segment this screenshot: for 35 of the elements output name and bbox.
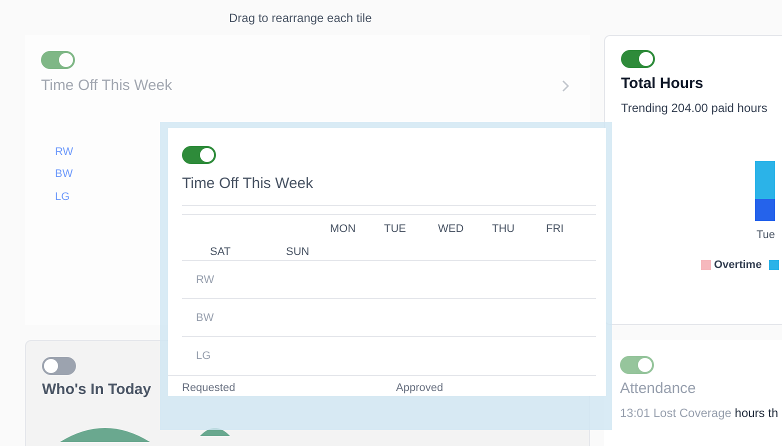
tile-subtitle: 13:01 Lost Coverage hours th — [620, 404, 778, 422]
row-label: RW — [196, 274, 214, 286]
toggle-switch[interactable] — [42, 357, 76, 375]
footer-label: Approved — [395, 380, 444, 396]
tile-title: Who's In Today — [42, 380, 152, 400]
column-header: SAT — [210, 244, 232, 260]
toggle-switch[interactable] — [41, 51, 75, 69]
column-header: WED — [438, 222, 465, 238]
toggle-switch[interactable] — [621, 50, 655, 68]
legend-label: Overtime — [714, 258, 762, 273]
column-header: SUN — [286, 244, 310, 260]
row-label: RW — [55, 144, 74, 160]
column-header: THU — [492, 222, 516, 238]
chevron-icon[interactable] — [562, 80, 570, 92]
footer-label: Requested — [181, 380, 236, 396]
bar-chart-drawing — [753, 160, 777, 220]
row-label: BW — [55, 167, 73, 182]
toggle-switch[interactable] — [620, 356, 654, 374]
tile-title: Time Off This Week — [182, 174, 314, 194]
column-header: MON — [330, 222, 357, 238]
tile-title: Attendance — [620, 379, 696, 399]
legend-swatch-icon — [768, 260, 779, 270]
row-label: LG — [196, 350, 211, 362]
column-header: FRI — [546, 222, 565, 238]
column-header: TUE — [384, 222, 407, 238]
row-label: BW — [196, 312, 214, 324]
hint-text: Drag to rearrange each tile — [229, 10, 372, 26]
tile-title: Total Hours — [621, 74, 704, 94]
legend-swatch-icon — [701, 260, 711, 270]
row-label: LG — [55, 190, 70, 204]
axis-label: Tue — [756, 228, 775, 242]
toggle-switch[interactable] — [182, 146, 216, 164]
tile-subtitle: Trending 204.00 paid hours — [621, 100, 768, 116]
dragged-tile[interactable]: Time Off This Week MON TUE WED THU FRI SAT SUN RW BW LG Requested Approved — [160, 122, 612, 430]
tile-title: Time Off This Week — [41, 76, 172, 96]
